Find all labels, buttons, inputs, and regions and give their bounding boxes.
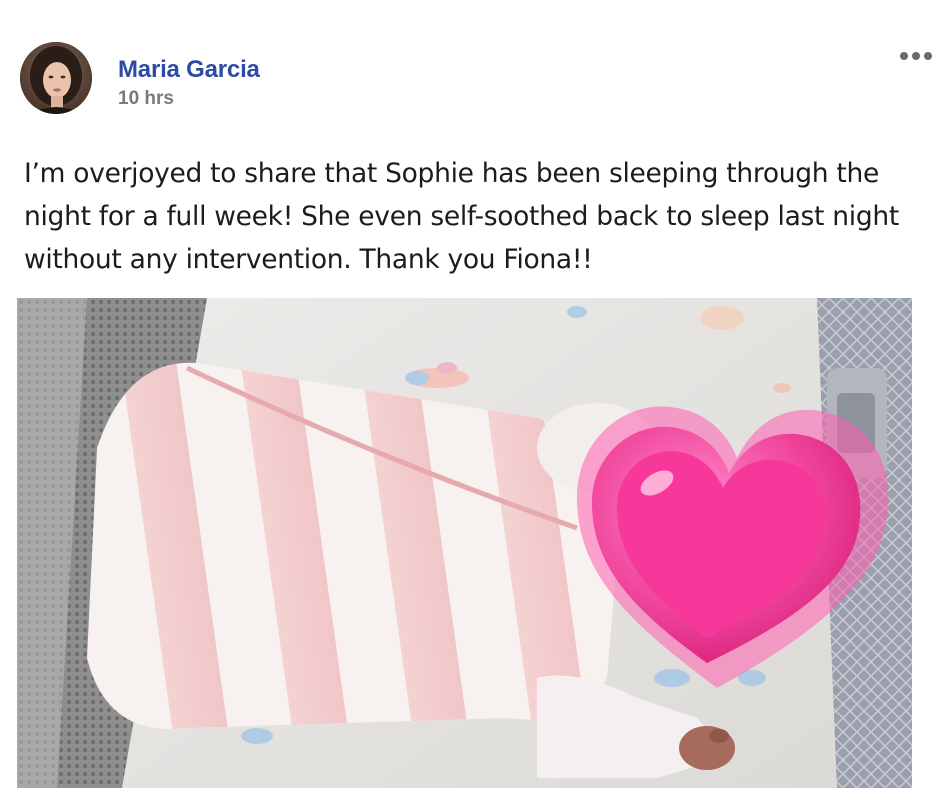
author-avatar[interactable] <box>20 42 92 114</box>
avatar-portrait <box>20 42 92 114</box>
facebook-post: Maria Garcia 10 hrs I’m overjoyed to sha… <box>0 0 940 788</box>
baby-sleeping-in-crib-image <box>17 298 912 788</box>
more-options-button[interactable] <box>898 48 934 62</box>
author-name[interactable]: Maria Garcia <box>118 56 260 84</box>
more-options-icon <box>900 52 932 60</box>
post-timestamp[interactable]: 10 hrs <box>118 88 174 110</box>
post-body-text: I’m overjoyed to share that Sophie has b… <box>24 158 899 275</box>
post-photo[interactable] <box>17 298 912 788</box>
